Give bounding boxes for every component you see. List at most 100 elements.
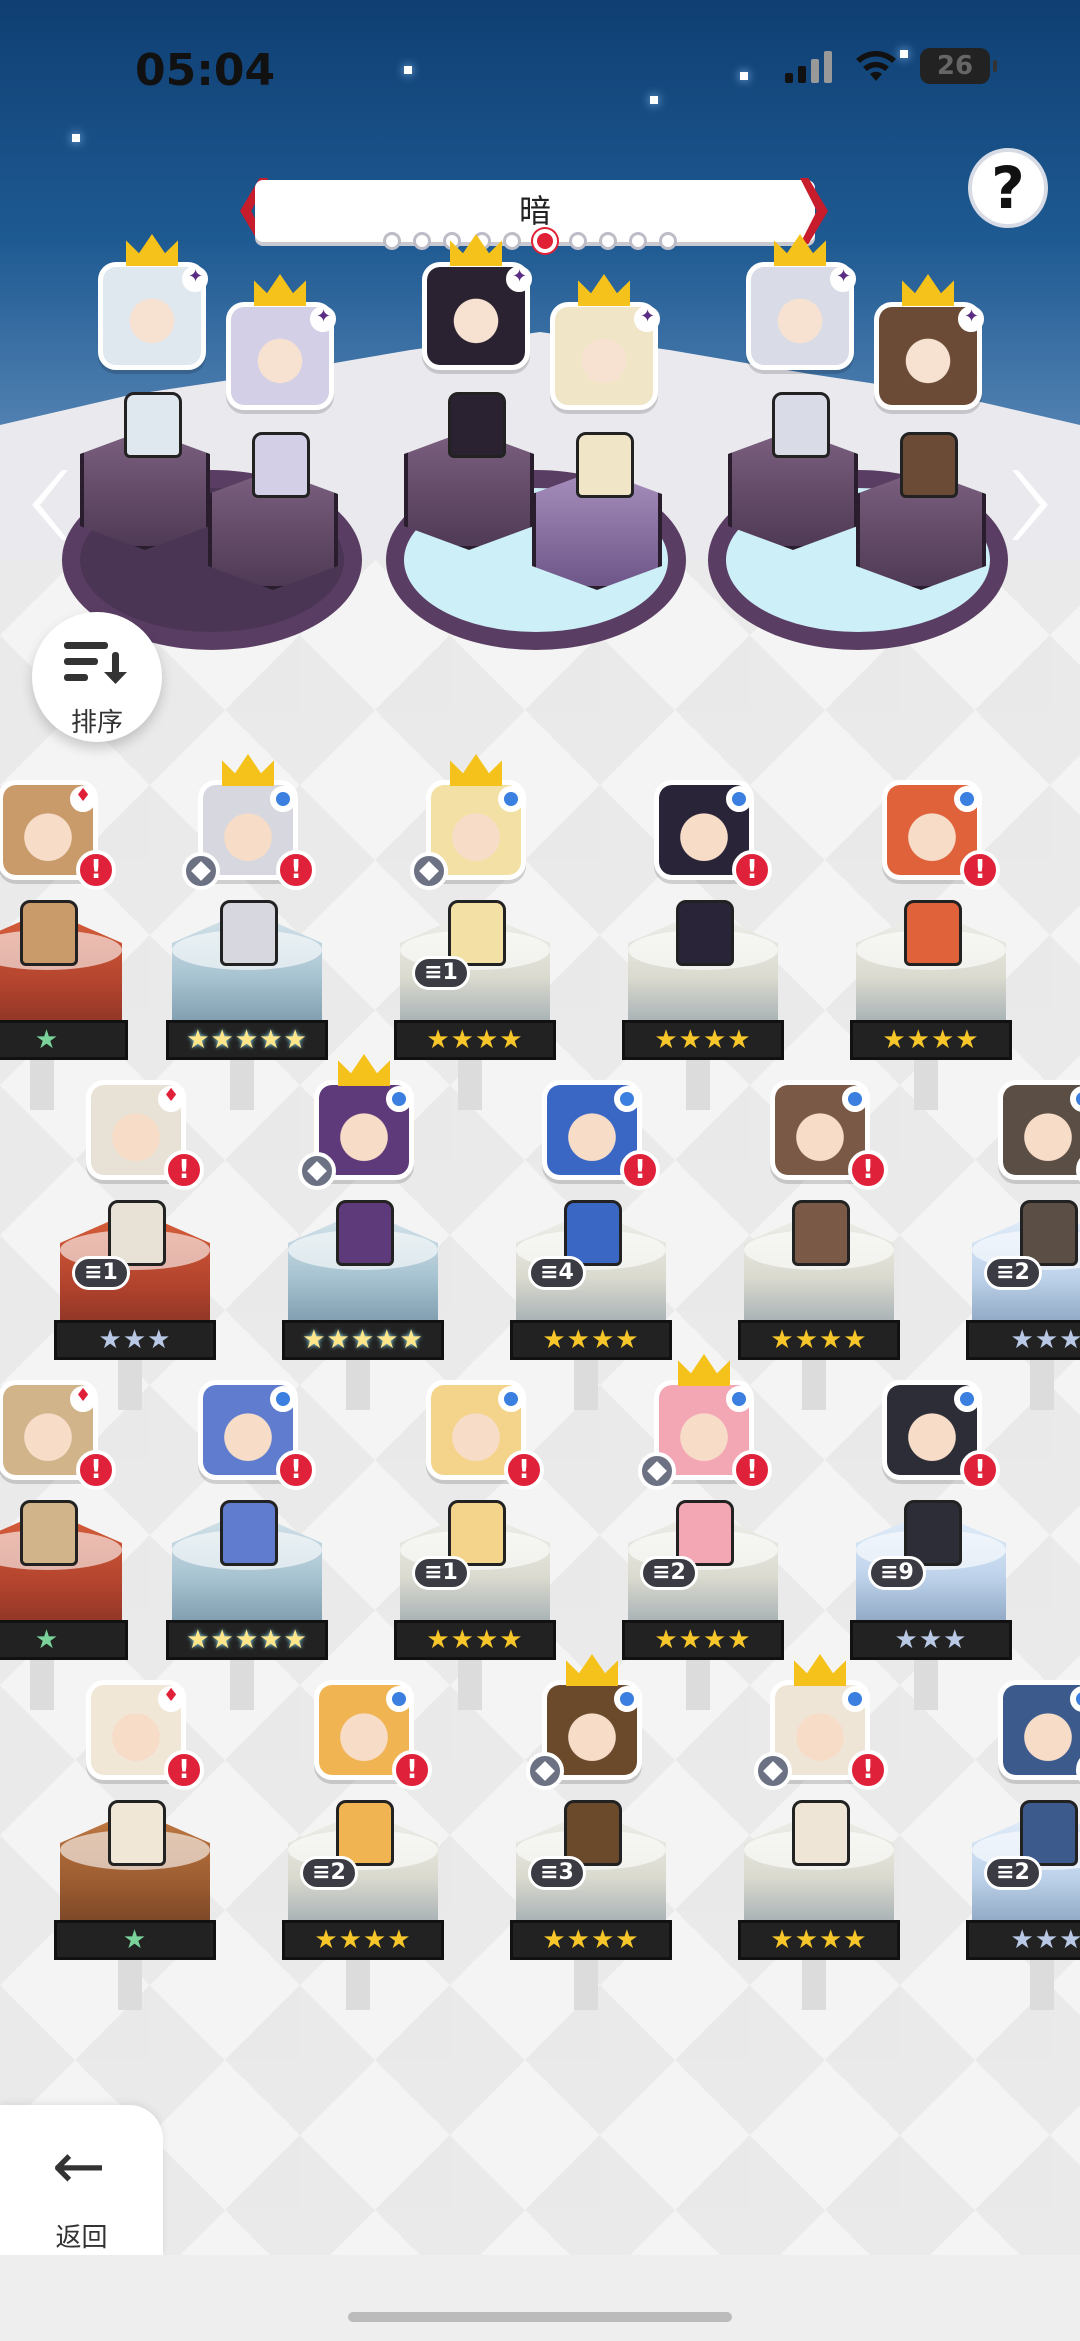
water-element-icon [386, 1686, 412, 1712]
back-arrow-icon: ← [52, 2130, 106, 2204]
duplicate-count-badge: ≡3 [528, 1856, 586, 1890]
new-alert-badge: ! [620, 1150, 660, 1190]
team-page-indicator[interactable] [383, 229, 677, 253]
sort-button[interactable]: 排序 [32, 612, 162, 742]
water-element-icon [614, 1086, 640, 1112]
page-dot-10[interactable] [659, 232, 677, 250]
water-element-icon [954, 1386, 980, 1412]
duplicate-count-badge: ≡4 [528, 1256, 586, 1290]
dark-element-icon [634, 306, 660, 332]
star-rating: ★★★★★ [166, 1620, 328, 1660]
water-element-icon [842, 1086, 868, 1112]
water-element-icon [270, 1386, 296, 1412]
star-rating: ★★★ [966, 1320, 1080, 1360]
page-dot-2[interactable] [413, 232, 431, 250]
wifi-icon [856, 51, 896, 81]
status-icons: 26 [785, 48, 997, 84]
character-sprite [336, 1200, 394, 1266]
star-rating: ★★★ [54, 1320, 216, 1360]
new-alert-badge: ! [960, 1450, 1000, 1490]
back-button[interactable]: ← 返回 [0, 2105, 163, 2255]
water-element-icon [498, 786, 524, 812]
water-element-icon [614, 1686, 640, 1712]
character-sprite [676, 900, 734, 966]
sky-star [72, 134, 80, 142]
character-sprite [252, 432, 310, 498]
character-sprite [124, 392, 182, 458]
water-element-icon [726, 1386, 752, 1412]
awakening-badge-icon [298, 1152, 336, 1190]
star-rating: ★★★★ [622, 1620, 784, 1660]
star-rating: ★ [54, 1920, 216, 1960]
character-face [1003, 1085, 1080, 1175]
fire-element-icon [70, 785, 96, 812]
star-rating: ★ [0, 1620, 128, 1660]
page-dot-7[interactable] [569, 232, 587, 250]
character-sprite [792, 1800, 850, 1866]
star-rating: ★★★★ [738, 1920, 900, 1960]
new-alert-badge: ! [276, 850, 316, 890]
character-face [1003, 1685, 1080, 1775]
page-dot-9[interactable] [629, 232, 647, 250]
character-portrait-20[interactable] [998, 1680, 1080, 1780]
awakening-badge-icon [526, 1752, 564, 1790]
character-sprite [576, 432, 634, 498]
sky-star [650, 96, 658, 104]
new-alert-badge: ! [76, 850, 116, 890]
status-time: 05:04 [135, 45, 276, 96]
sky-star [740, 72, 748, 80]
water-element-icon [954, 786, 980, 812]
page-dot-1[interactable] [383, 232, 401, 250]
bottom-safe-area [0, 2255, 1080, 2341]
water-element-icon [498, 1386, 524, 1412]
character-sprite [220, 1500, 278, 1566]
dark-element-icon [182, 266, 208, 292]
awakening-badge-icon [638, 1452, 676, 1490]
star-rating: ★ [0, 1020, 128, 1060]
star-rating: ★★★ [966, 1920, 1080, 1960]
water-element-icon [270, 786, 296, 812]
character-portrait-10[interactable] [998, 1080, 1080, 1180]
character-sprite [448, 392, 506, 458]
new-alert-badge: ! [76, 1450, 116, 1490]
character-sprite [20, 900, 78, 966]
water-element-icon [842, 1686, 868, 1712]
dark-element-icon [506, 266, 532, 292]
duplicate-count-badge: ≡2 [984, 1856, 1042, 1890]
awakening-badge-icon [754, 1752, 792, 1790]
awakening-badge-icon [182, 852, 220, 890]
cellular-signal-icon [785, 49, 832, 83]
water-element-icon [386, 1086, 412, 1112]
water-element-icon [726, 786, 752, 812]
star-rating: ★★★ [850, 1620, 1012, 1660]
new-alert-badge: ! [848, 1750, 888, 1790]
character-sprite [772, 392, 830, 458]
dark-element-icon [830, 266, 856, 292]
awakening-badge-icon [410, 852, 448, 890]
page-dot-8[interactable] [599, 232, 617, 250]
character-sprite [900, 432, 958, 498]
new-alert-badge: ! [504, 1450, 544, 1490]
duplicate-count-badge: ≡9 [868, 1556, 926, 1590]
new-alert-badge: ! [732, 850, 772, 890]
duplicate-count-badge: ≡1 [72, 1256, 130, 1290]
star-rating: ★★★★★ [166, 1020, 328, 1060]
star-rating: ★★★★ [738, 1320, 900, 1360]
character-sprite [220, 900, 278, 966]
character-sprite [20, 1500, 78, 1566]
duplicate-count-badge: ≡2 [300, 1856, 358, 1890]
star-rating: ★★★★ [394, 1620, 556, 1660]
duplicate-count-badge: ≡1 [412, 956, 470, 990]
duplicate-count-badge: ≡2 [640, 1556, 698, 1590]
sort-label: 排序 [70, 708, 123, 738]
fire-element-icon [158, 1685, 184, 1712]
star-rating: ★★★★ [510, 1320, 672, 1360]
duplicate-count-badge: ≡2 [984, 1256, 1042, 1290]
help-button[interactable]: ? [968, 148, 1048, 228]
star-rating: ★★★★★ [282, 1320, 444, 1360]
star-rating: ★★★★ [282, 1920, 444, 1960]
page-dot-6[interactable] [533, 229, 557, 253]
page-dot-5[interactable] [503, 232, 521, 250]
dark-element-icon [310, 306, 336, 332]
battery-icon: 26 [920, 48, 997, 84]
